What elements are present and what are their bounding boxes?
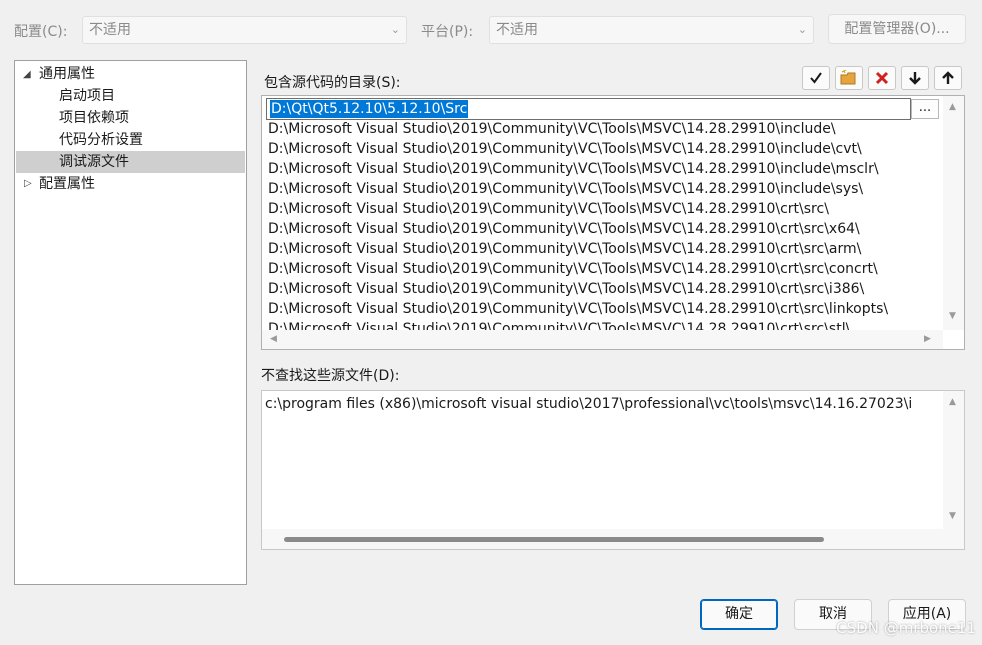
new-folder-icon — [840, 69, 856, 85]
config-combobox[interactable]: 不适用 ⌄ — [82, 16, 407, 44]
list-item[interactable]: D:\Microsoft Visual Studio\2019\Communit… — [268, 239, 861, 259]
tree-item-project-dependencies[interactable]: 项目依赖项 — [59, 107, 129, 129]
config-manager-button[interactable]: 配置管理器(O)... — [828, 14, 966, 44]
move-down-icon — [909, 72, 921, 85]
include-dirs-hscrollbar[interactable]: ◀ ▶ — [262, 330, 943, 349]
platform-combobox[interactable]: 不适用 ⌄ — [489, 16, 814, 44]
tree-item-common-properties[interactable]: 通用属性 — [39, 63, 95, 85]
exclude-files-viewport: c:\program files (x86)\microsoft visual … — [262, 391, 943, 529]
browse-button[interactable]: ... — [911, 99, 939, 119]
ok-button[interactable]: 确定 — [700, 599, 778, 630]
expanded-triangle-icon[interactable]: ◢ — [23, 69, 31, 80]
list-item[interactable]: D:\Microsoft Visual Studio\2019\Communit… — [268, 119, 836, 139]
config-value: 不适用 — [89, 22, 131, 38]
include-dirs-vscrollbar[interactable]: ▲ ▼ — [943, 96, 964, 330]
include-dirs-label: 包含源代码的目录(S): — [264, 75, 401, 91]
scroll-down-arrow-icon[interactable]: ▼ — [949, 311, 956, 321]
selected-line-text[interactable]: D:\Qt\Qt5.12.10\5.12.10\Src — [270, 100, 469, 118]
exclude-files-vscrollbar[interactable]: ▲ ▼ — [943, 391, 964, 529]
list-item[interactable]: D:\Microsoft Visual Studio\2019\Communit… — [268, 179, 863, 199]
exclude-files-hscrollbar[interactable] — [262, 529, 964, 549]
delete-button[interactable] — [868, 66, 896, 90]
property-tree[interactable]: ◢ 通用属性 启动项目 项目依赖项 代码分析设置 调试源文件 ▷ 配置属性 — [14, 60, 247, 585]
platform-value: 不适用 — [496, 22, 538, 38]
scroll-down-arrow-icon[interactable]: ▼ — [949, 511, 956, 521]
list-item[interactable]: D:\Microsoft Visual Studio\2019\Communit… — [268, 159, 879, 179]
list-item[interactable]: D:\Microsoft Visual Studio\2019\Communit… — [268, 279, 864, 299]
collapsed-triangle-icon[interactable]: ▷ — [24, 178, 32, 189]
move-down-button[interactable] — [901, 66, 929, 90]
list-item[interactable]: D:\Microsoft Visual Studio\2019\Communit… — [268, 299, 888, 319]
include-dirs-list[interactable]: D:\Qt\Qt5.12.10\5.12.10\Src ... D:\Micro… — [261, 95, 965, 350]
chevron-down-icon: ⌄ — [797, 23, 807, 36]
include-dirs-viewport: D:\Qt\Qt5.12.10\5.12.10\Src ... D:\Micro… — [262, 96, 943, 330]
platform-label: 平台(P): — [421, 24, 474, 40]
delete-icon — [875, 71, 889, 85]
scroll-left-arrow-icon[interactable]: ◀ — [270, 334, 277, 344]
move-up-icon — [942, 71, 954, 84]
watermark: CSDN @mrbone11 — [836, 619, 976, 637]
tree-item-startup-project[interactable]: 启动项目 — [59, 85, 115, 107]
tree-item-code-analysis[interactable]: 代码分析设置 — [59, 129, 143, 151]
config-label: 配置(C): — [14, 24, 68, 40]
list-item[interactable]: D:\Microsoft Visual Studio\2019\Communit… — [268, 219, 860, 239]
tree-item-config-properties[interactable]: 配置属性 — [39, 173, 95, 195]
check-icon — [810, 72, 822, 84]
move-up-button[interactable] — [934, 66, 962, 90]
scroll-up-arrow-icon[interactable]: ▲ — [949, 397, 956, 407]
check-button[interactable] — [802, 66, 830, 90]
list-item[interactable]: c:\program files (x86)\microsoft visual … — [265, 394, 912, 414]
list-item[interactable]: D:\Microsoft Visual Studio\2019\Communit… — [268, 259, 878, 279]
scroll-up-arrow-icon[interactable]: ▲ — [949, 102, 956, 112]
chevron-down-icon: ⌄ — [390, 23, 400, 36]
list-item[interactable]: D:\Microsoft Visual Studio\2019\Communit… — [268, 319, 850, 330]
scroll-right-arrow-icon[interactable]: ▶ — [924, 334, 931, 344]
hscroll-thumb[interactable] — [284, 537, 824, 542]
exclude-files-label: 不查找这些源文件(D): — [261, 368, 400, 384]
list-item[interactable]: D:\Microsoft Visual Studio\2019\Communit… — [268, 139, 862, 159]
exclude-files-list[interactable]: c:\program files (x86)\microsoft visual … — [261, 390, 965, 550]
list-item[interactable]: D:\Microsoft Visual Studio\2019\Communit… — [268, 199, 829, 219]
line-edit-box[interactable]: D:\Qt\Qt5.12.10\5.12.10\Src — [266, 98, 911, 120]
tree-item-debug-source-files[interactable]: 调试源文件 — [16, 151, 245, 173]
new-line-button[interactable] — [835, 66, 863, 90]
